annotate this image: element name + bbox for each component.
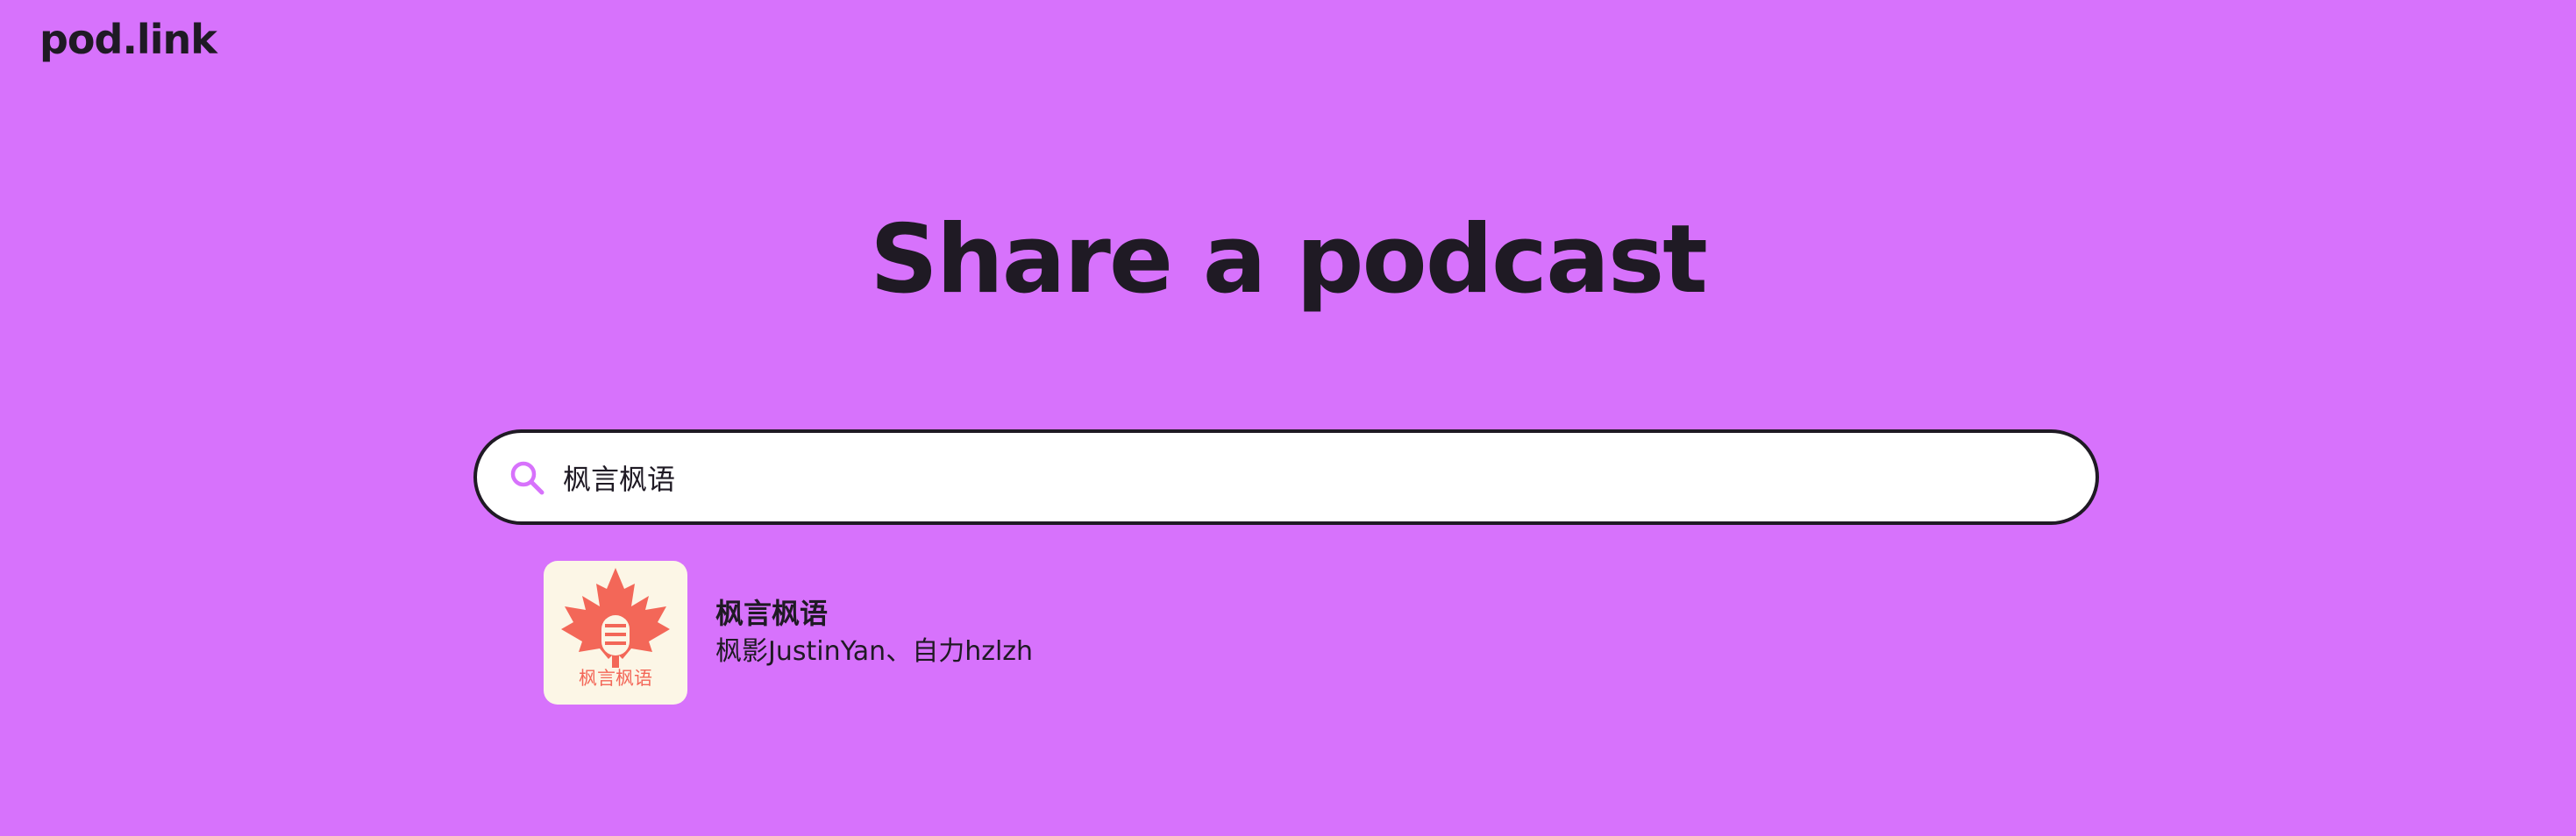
podcast-author: 枫影JustinYan、自力hzlzh [715, 635, 1034, 667]
podcast-title[interactable]: 枫言枫语 [715, 595, 1033, 633]
podlink-logo[interactable]: pod.link [39, 16, 217, 64]
artwork-caption: 枫言枫语 [579, 668, 652, 689]
page-title: Share a podcast [870, 205, 1708, 315]
search-bar[interactable] [473, 429, 2099, 525]
result-text: 枫言枫语 枫影JustinYan、自力hzlzh [715, 595, 1033, 671]
search-input[interactable] [563, 450, 2053, 504]
podcast-artwork[interactable]: 枫言枫语 [544, 561, 687, 705]
search-result-item[interactable]: 枫言枫语 枫言枫语 枫影JustinYan、自力hzlzh [544, 561, 1033, 705]
search-icon [507, 457, 547, 498]
